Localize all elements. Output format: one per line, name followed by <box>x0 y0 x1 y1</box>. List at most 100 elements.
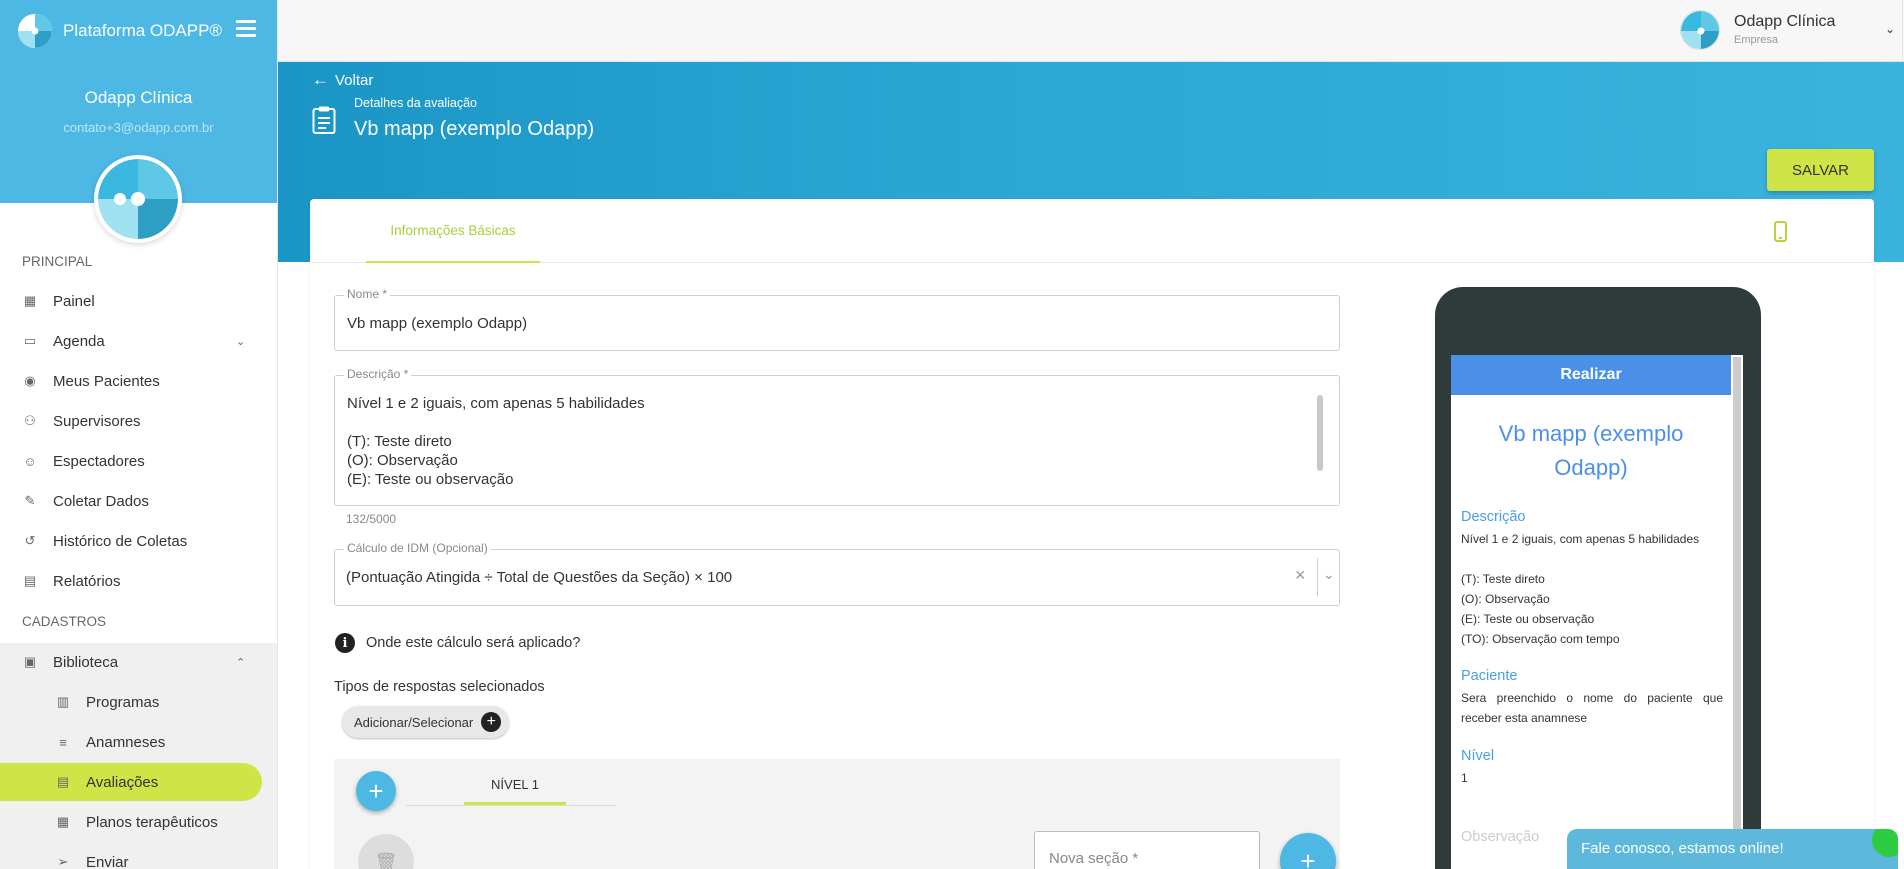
description-line: Nível 1 e 2 iguais, com apenas 5 habilid… <box>347 395 645 412</box>
back-link[interactable]: ← Voltar <box>312 70 373 90</box>
preview-description-line: Nível 1 e 2 iguais, com apenas 5 habilid… <box>1461 532 1700 546</box>
chevron-down-icon[interactable]: ⌄ <box>1885 22 1895 36</box>
sidebar-item-historico-de-coletas[interactable]: ↺ Histórico de Coletas <box>0 522 262 560</box>
smile-icon: ☺ <box>23 453 37 469</box>
chevron-down-icon: ⌄ <box>236 335 246 348</box>
new-section-input[interactable]: Nova seção * <box>1034 831 1260 869</box>
plus-icon: + <box>481 712 502 732</box>
name-field[interactable]: Nome * Vb mapp (exemplo Odapp) <box>334 287 1340 351</box>
section-principal: PRINCIPAL <box>22 254 93 269</box>
users-icon: ⚇ <box>24 413 36 428</box>
description-label: Descrição * <box>344 367 412 381</box>
sidebar-item-label: Coletar Dados <box>53 492 149 510</box>
preview-observation-input[interactable]: Observação <box>1461 829 1539 845</box>
sidebar-item-label: Planos terapêuticos <box>86 813 218 831</box>
puzzle-logo-icon <box>18 14 52 48</box>
sidebar-item-relatorios[interactable]: ▤ Relatórios <box>0 562 262 600</box>
sidebar-item-avaliacoes[interactable]: ▤ Avaliações <box>0 763 262 801</box>
history-icon: ↺ <box>24 533 36 548</box>
chat-widget[interactable]: Fale conosco, estamos online! <box>1567 829 1898 869</box>
description-line: (T): Teste direto <box>347 433 452 450</box>
sidebar-item-label: Histórico de Coletas <box>53 532 188 550</box>
sidebar-item-meus-pacientes[interactable]: ◉ Meus Pacientes <box>0 362 262 400</box>
menu-icon[interactable] <box>236 20 256 38</box>
sidebar-item-label: Supervisores <box>53 412 141 430</box>
chat-label: Fale conosco, estamos online! <box>1581 840 1784 857</box>
sidebar-user-name: Odapp Clínica <box>84 88 193 107</box>
tab-basic-info[interactable]: Informações Básicas <box>366 199 540 263</box>
preview-description-heading: Descrição <box>1461 509 1526 525</box>
phone-preview: Realizar Vb mapp (exemplo Odapp) Descriç… <box>1435 287 1761 869</box>
sidebar-item-programas[interactable]: ▥ Programas <box>0 683 262 721</box>
add-select-label: Adicionar/Selecionar <box>354 714 474 730</box>
idm-label: Cálculo de IDM (Opcional) <box>344 541 491 555</box>
brand[interactable]: Plataforma ODAPP® <box>18 14 222 48</box>
add-section-button[interactable]: + <box>1280 833 1336 869</box>
brand-name: Plataforma ODAPP® <box>63 21 222 40</box>
dashboard-icon: ▦ <box>23 293 37 308</box>
company-avatar[interactable] <box>1680 10 1720 50</box>
sidebar-item-planos-terapeuticos[interactable]: ▦ Planos terapêuticos <box>0 803 262 841</box>
sidebar-item-label: Meus Pacientes <box>53 372 160 390</box>
idm-select[interactable]: Cálculo de IDM (Opcional) (Pontuação Ati… <box>334 541 1340 606</box>
sidebar-item-coletar-dados[interactable]: ✎ Coletar Dados <box>0 482 262 520</box>
sidebar-item-biblioteca[interactable]: ▣ Biblioteca ⌃ <box>0 643 262 681</box>
level-tabs-divider <box>406 805 616 806</box>
library-icon: ▣ <box>23 654 37 669</box>
description-line: (E): Teste ou observação <box>347 471 514 488</box>
preview-level-value: 1 <box>1461 771 1468 785</box>
idm-value: (Pontuação Atingida ÷ Total de Questões … <box>346 569 733 586</box>
company-name[interactable]: Odapp Clínica <box>1734 13 1835 31</box>
select-divider <box>1317 558 1318 596</box>
sidebar-item-enviar[interactable]: ➢ Enviar <box>0 843 262 869</box>
back-label: Voltar <box>335 71 374 89</box>
page-subtitle: Detalhes da avaliação <box>354 96 477 110</box>
report-icon: ▤ <box>23 573 37 588</box>
sidebar-item-label: Relatórios <box>53 572 121 590</box>
preview-description-line: (T): Teste direto <box>1461 572 1545 586</box>
clipboard-icon <box>312 105 336 135</box>
sidebar-item-supervisores[interactable]: ⚇ Supervisores <box>0 402 262 440</box>
preview-description-line: (E): Teste ou observação <box>1461 612 1595 626</box>
sidebar-item-label: Painel <box>53 292 95 310</box>
chevron-down-icon[interactable]: ⌄ <box>1323 566 1335 583</box>
avatar[interactable] <box>94 155 182 243</box>
add-level-button[interactable]: + <box>356 771 396 811</box>
sidebar-item-label: Espectadores <box>53 452 145 470</box>
preview-scrollbar[interactable] <box>1733 357 1741 869</box>
sidebar-item-espectadores[interactable]: ☺ Espectadores <box>0 442 262 480</box>
plan-icon: ▦ <box>56 814 70 829</box>
list-icon: ≡ <box>59 734 67 750</box>
sidebar-item-anamneses[interactable]: ≡ Anamneses <box>0 723 262 761</box>
sidebar-item-agenda[interactable]: ▭ Agenda ⌄ <box>0 322 262 360</box>
preview-header[interactable]: Realizar <box>1451 355 1731 395</box>
eye-icon: ◉ <box>24 373 36 388</box>
clear-icon[interactable]: × <box>1295 565 1306 586</box>
topbar: ? <box>278 0 1904 62</box>
document-icon: ▥ <box>56 694 70 709</box>
sidebar-item-label: Agenda <box>53 332 105 350</box>
preview-level-heading: Nível <box>1461 748 1495 764</box>
description-field[interactable]: Descrição * Nível 1 e 2 iguais, com apen… <box>334 367 1340 506</box>
pencil-icon: ✎ <box>24 493 36 508</box>
calendar-icon: ▭ <box>23 333 37 348</box>
save-button[interactable]: SALVAR <box>1767 149 1874 191</box>
tab-level-1[interactable]: NÍVEL 1 <box>464 767 566 805</box>
name-label: Nome * <box>344 287 391 301</box>
company-role: Empresa <box>1734 34 1779 46</box>
arrow-left-icon: ← <box>312 70 329 89</box>
mobile-preview-icon[interactable] <box>1774 221 1787 242</box>
description-scrollbar[interactable] <box>1317 395 1323 471</box>
preview-description-line: (O): Observação <box>1461 592 1550 606</box>
sidebar-item-label: Programas <box>86 693 160 711</box>
name-value: Vb mapp (exemplo Odapp) <box>347 315 528 332</box>
chevron-up-icon: ⌃ <box>236 656 246 669</box>
response-types-label: Tipos de respostas selecionados <box>334 679 545 695</box>
sidebar-item-painel[interactable]: ▦ Painel <box>0 282 262 320</box>
trash-icon[interactable]: 🗑 <box>358 834 414 869</box>
idm-help-link[interactable]: Onde este cálculo será aplicado? <box>366 635 580 651</box>
add-select-button[interactable]: Adicionar/Selecionar + <box>342 706 510 738</box>
sidebar-item-label: Enviar <box>86 853 129 869</box>
sidebar-user-email: contato+3@odapp.com.br <box>63 120 214 135</box>
send-icon: ➢ <box>57 854 69 869</box>
